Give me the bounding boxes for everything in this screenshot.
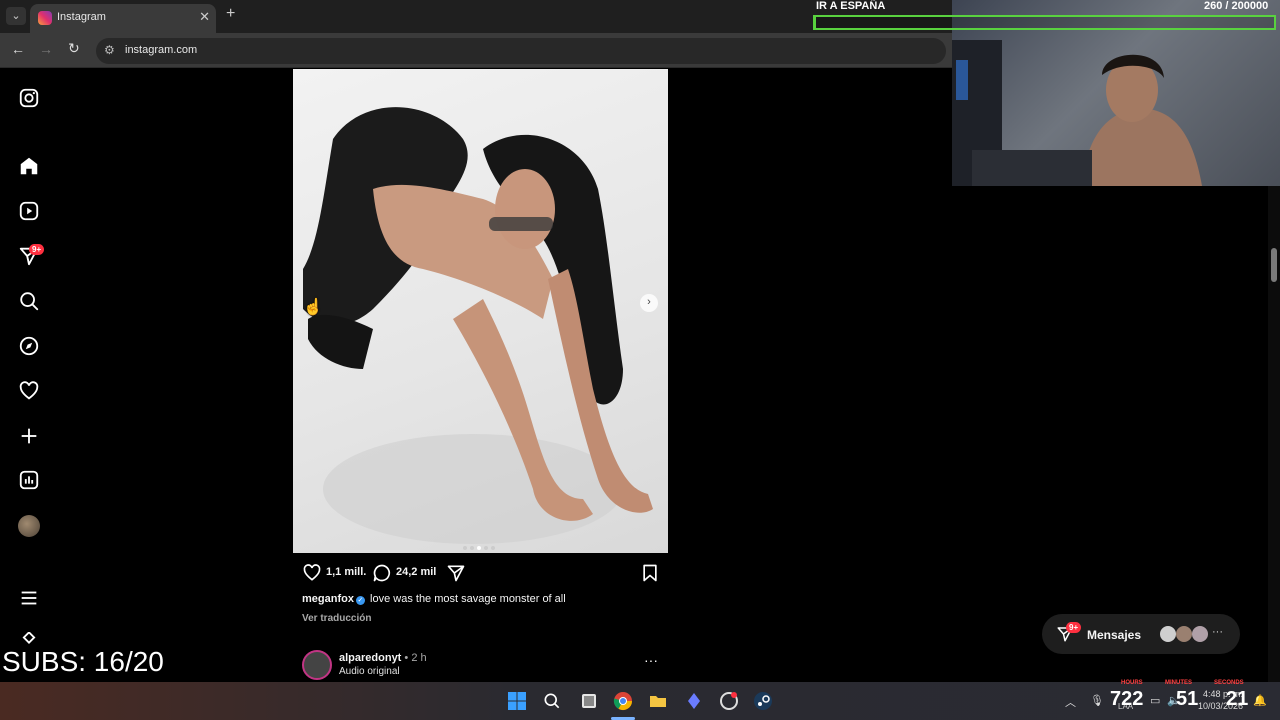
forward-arrow-icon[interactable]: → bbox=[39, 41, 53, 57]
browser-tab-instagram[interactable]: Instagram ✕ bbox=[30, 4, 216, 33]
next-post-header: alparedonyt • 2 h Audio original ··· bbox=[302, 648, 662, 682]
hand-cursor-icon: ☝ bbox=[303, 299, 323, 316]
like-heart-icon[interactable] bbox=[302, 563, 322, 583]
windows-taskbar: ︿ 🎙 LAA ▭ 🔈 🔔 bbox=[0, 682, 1280, 720]
notifications-heart-icon[interactable] bbox=[18, 380, 40, 402]
instagram-favicon-icon bbox=[38, 11, 52, 25]
countdown-seconds-label: SECONDS bbox=[1214, 680, 1244, 686]
save-bookmark-icon[interactable] bbox=[640, 563, 660, 583]
countdown-seconds: 21 bbox=[1226, 688, 1249, 710]
countdown-hours: 722 bbox=[1110, 688, 1144, 710]
carousel-dot bbox=[477, 546, 481, 550]
post-caption: meganfox ✓ love was the most savage monst… bbox=[302, 593, 566, 605]
goal-progress-bar bbox=[813, 15, 1276, 30]
subs-counter: SUBS: 16/20 bbox=[2, 646, 164, 677]
message-avatar bbox=[1160, 626, 1176, 642]
likes-count: 1,1 mill. bbox=[326, 566, 367, 578]
goal-progress-fill bbox=[815, 17, 817, 28]
carousel-next-button[interactable]: › bbox=[640, 294, 658, 312]
notifications-bell-icon[interactable]: 🔔 bbox=[1253, 694, 1267, 707]
address-url: instagram.com bbox=[125, 44, 198, 56]
carousel-dot bbox=[484, 546, 488, 550]
tab-search-chevron-icon[interactable]: ⌄ bbox=[6, 7, 26, 25]
network-icon[interactable]: ▭ bbox=[1150, 694, 1160, 707]
more-avatars-icon: ··· bbox=[1212, 626, 1223, 638]
explore-icon[interactable] bbox=[18, 335, 40, 357]
carousel-dot bbox=[463, 546, 467, 550]
caption-text: love was the most savage monster of all bbox=[370, 593, 566, 605]
carousel-dot bbox=[470, 546, 474, 550]
profile-avatar[interactable] bbox=[18, 515, 40, 537]
next-post-time: • 2 h bbox=[404, 652, 427, 664]
dashboard-icon[interactable] bbox=[18, 469, 40, 491]
site-settings-icon[interactable]: ⚙ bbox=[104, 43, 115, 57]
goal-count: 260 / 200000 bbox=[1204, 0, 1269, 12]
next-post-audio[interactable]: Audio original bbox=[339, 666, 400, 677]
next-post-avatar[interactable] bbox=[302, 650, 332, 680]
reels-icon[interactable] bbox=[18, 200, 40, 222]
countdown-hours-label: HOURS bbox=[1121, 680, 1143, 686]
countdown-minutes-label: MINUTES bbox=[1165, 680, 1192, 686]
carousel-dot bbox=[491, 546, 495, 550]
search-icon[interactable] bbox=[18, 290, 40, 312]
chrome-icon[interactable] bbox=[613, 691, 633, 711]
more-menu-icon[interactable] bbox=[18, 587, 40, 609]
reload-icon[interactable]: ↻ bbox=[68, 40, 80, 57]
instagram-logo-icon[interactable] bbox=[18, 87, 40, 109]
carousel-dots bbox=[463, 537, 498, 555]
goal-label: IR A ESPAÑA bbox=[816, 0, 886, 12]
comments-count: 24,2 mil bbox=[396, 566, 437, 578]
messages-pill-badge: 9+ bbox=[1066, 622, 1082, 633]
next-post-username[interactable]: alparedonyt bbox=[339, 652, 401, 664]
taskbar-search-icon[interactable] bbox=[542, 691, 562, 711]
home-icon[interactable] bbox=[18, 155, 40, 177]
countdown-minutes: 51 bbox=[1176, 688, 1199, 710]
windows-start-icon[interactable] bbox=[507, 691, 527, 711]
post-photo[interactable] bbox=[293, 69, 668, 553]
tab-title: Instagram bbox=[57, 11, 106, 23]
post-photo-illustration bbox=[303, 107, 653, 544]
verified-badge-icon: ✓ bbox=[355, 596, 365, 605]
messages-badge: 9+ bbox=[29, 244, 45, 255]
microphone-icon[interactable]: 🎙 bbox=[1090, 694, 1104, 707]
streaming-app-icon[interactable] bbox=[719, 691, 739, 711]
back-arrow-icon[interactable]: ← bbox=[11, 41, 25, 57]
more-options-icon[interactable]: ··· bbox=[644, 652, 658, 668]
messages-drawer-button[interactable]: 9+ Mensajes ··· bbox=[1042, 614, 1240, 654]
app-icon[interactable] bbox=[684, 691, 704, 711]
task-view-icon[interactable] bbox=[579, 691, 599, 711]
see-translation-link[interactable]: Ver traducción bbox=[302, 613, 371, 624]
create-plus-icon[interactable] bbox=[18, 425, 40, 447]
steam-icon[interactable] bbox=[753, 691, 773, 711]
new-tab-button[interactable]: + bbox=[226, 5, 235, 23]
address-bar[interactable]: ⚙ instagram.com bbox=[96, 38, 946, 64]
comment-icon[interactable] bbox=[372, 563, 392, 583]
tab-close-icon[interactable]: ✕ bbox=[199, 9, 210, 25]
messages-label: Mensajes bbox=[1087, 628, 1142, 642]
file-explorer-icon[interactable] bbox=[648, 691, 668, 711]
next-post-user-line: alparedonyt • 2 h bbox=[339, 652, 427, 664]
scrollbar-thumb[interactable] bbox=[1271, 248, 1277, 282]
message-avatar bbox=[1192, 626, 1208, 642]
message-avatar bbox=[1176, 626, 1192, 642]
post-username[interactable]: meganfox bbox=[302, 593, 354, 605]
tray-overflow-icon[interactable]: ︿ bbox=[1065, 694, 1076, 710]
instagram-sidebar: 9+ bbox=[0, 69, 60, 682]
page-scrollbar[interactable] bbox=[1268, 186, 1280, 682]
share-icon[interactable] bbox=[446, 563, 466, 583]
